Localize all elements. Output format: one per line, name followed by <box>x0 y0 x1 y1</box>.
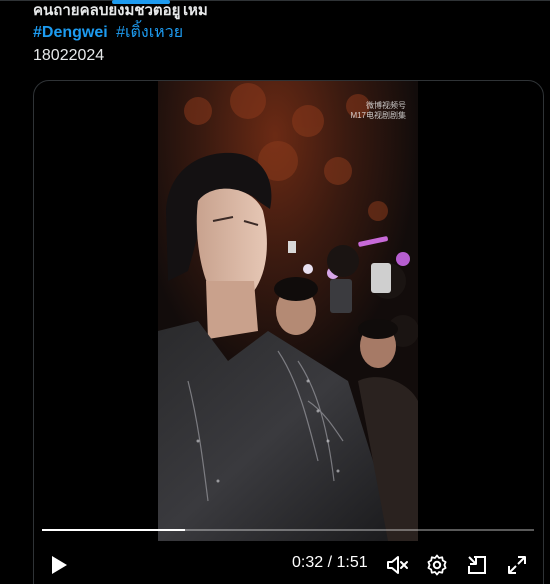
picture-in-picture-icon <box>468 556 486 574</box>
settings-button[interactable] <box>424 551 450 579</box>
video-progress-bar[interactable] <box>42 529 534 531</box>
video-still-image <box>158 81 418 541</box>
current-time: 0:32 <box>292 554 324 571</box>
video-player[interactable]: 微博视频号 M17电视剧剧集 0:32 / 1:51 <box>33 80 544 584</box>
fullscreen-button[interactable] <box>504 551 530 579</box>
watermark-line-1: 微博视频号 <box>366 101 406 110</box>
picture-in-picture-button[interactable] <box>464 551 490 579</box>
tweet-date-text: 18022024 <box>33 47 105 64</box>
time-separator: / <box>327 554 333 571</box>
top-divider <box>0 0 550 1</box>
tweet-text-line: คนถ่ายคลิปยังมีชีวิตอยู่ไหม <box>33 2 208 19</box>
tweet-page: คนถ่ายคลิปยังมีชีวิตอยู่ไหม #Dengwei #เต… <box>0 0 550 584</box>
video-time-display: 0:32 / 1:51 <box>292 553 368 573</box>
play-button[interactable] <box>46 551 72 579</box>
active-tab-indicator <box>112 0 170 4</box>
duration-time: 1:51 <box>336 554 368 571</box>
hashtag-link-thai[interactable]: #เติ้งเหวย <box>116 24 183 41</box>
play-icon <box>52 556 67 574</box>
video-watermark: 微博视频号 M17电视剧剧集 <box>350 101 406 121</box>
watermark-line-2: M17电视剧剧集 <box>350 111 406 120</box>
mute-button[interactable] <box>384 551 412 579</box>
gear-icon <box>427 554 447 576</box>
video-progress-fill <box>42 529 185 531</box>
hashtag-link-dengwei[interactable]: #Dengwei <box>33 24 108 41</box>
fullscreen-icon <box>508 556 526 574</box>
volume-muted-icon <box>387 556 408 574</box>
tweet-hashtags: #Dengwei #เติ้งเหวย <box>33 23 183 43</box>
video-frame[interactable]: 微博视频号 M17电视剧剧集 <box>158 81 418 541</box>
